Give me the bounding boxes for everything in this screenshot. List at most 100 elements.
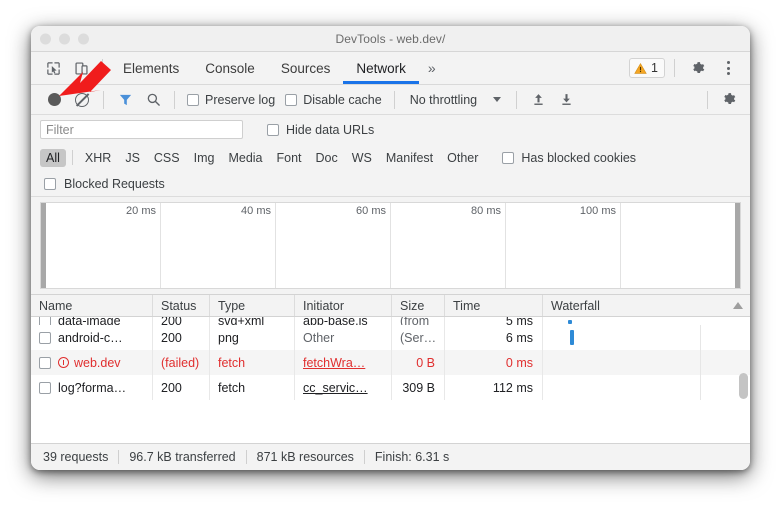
row-checkbox[interactable] (39, 382, 51, 394)
clear-button[interactable] (68, 87, 96, 113)
type-filter-all[interactable]: All (40, 149, 66, 167)
waterfall-bar (568, 320, 572, 324)
filter-toggle-button[interactable] (111, 87, 139, 113)
cell-initiator[interactable]: fetchWra… (295, 350, 392, 375)
toolbar-divider (102, 59, 103, 77)
inspect-element-icon[interactable] (39, 55, 67, 81)
cell-time: 5 ms (445, 317, 543, 325)
tab-strip-right-actions: 1 (629, 55, 744, 81)
type-filter-ws[interactable]: WS (346, 149, 378, 167)
row-checkbox[interactable] (39, 317, 51, 325)
column-header-type[interactable]: Type (210, 295, 295, 316)
row-checkbox[interactable] (39, 332, 51, 344)
cell-waterfall (543, 325, 750, 350)
download-arrow-icon (559, 92, 574, 107)
right-actions-divider (674, 59, 675, 77)
throttling-dropdown[interactable]: No throttling (402, 93, 509, 107)
minimize-button[interactable] (59, 33, 70, 44)
waterfall-gridline (700, 375, 701, 400)
type-filter-media[interactable]: Media (222, 149, 268, 167)
network-toolbar: Preserve log Disable cache No throttling (31, 85, 750, 115)
network-settings-gear-icon[interactable] (715, 87, 743, 113)
column-header-time[interactable]: Time (445, 295, 543, 316)
close-button[interactable] (40, 33, 51, 44)
transferred-size: 96.7 kB transferred (119, 450, 245, 464)
hide-data-urls-checkbox[interactable]: Hide data URLs (267, 123, 374, 137)
overview-tick-cell: 60 ms (276, 203, 391, 288)
tab-console[interactable]: Console (192, 52, 268, 84)
type-filter-font[interactable]: Font (271, 149, 308, 167)
search-icon (146, 92, 161, 107)
tab-network-label: Network (356, 61, 406, 76)
table-header-row: Name Status Type Initiator Size Time Wat… (31, 294, 750, 317)
record-button[interactable] (40, 87, 68, 113)
panel-tabs: Elements Console Sources Network » (110, 52, 445, 84)
table-row[interactable]: android-c… 200 png Other (Ser… 6 ms (31, 325, 750, 350)
cell-initiator[interactable]: cc_servic… (295, 375, 392, 400)
cell-time: 6 ms (445, 325, 543, 350)
type-filter-xhr[interactable]: XHR (79, 149, 117, 167)
hide-data-urls-box (267, 124, 279, 136)
column-header-name[interactable]: Name (31, 295, 153, 316)
tab-sources[interactable]: Sources (268, 52, 344, 84)
waterfall-gridline (700, 350, 701, 375)
cell-size: (from (392, 317, 445, 325)
record-dot-icon (48, 93, 61, 106)
tab-network[interactable]: Network (343, 52, 419, 84)
gear-icon[interactable] (684, 55, 712, 81)
filter-input[interactable] (40, 120, 243, 139)
column-header-waterfall[interactable]: Waterfall (543, 295, 750, 316)
overview-tick-cell: 100 ms (506, 203, 621, 288)
cell-name: android-c… (31, 325, 153, 350)
table-row[interactable]: data-image 200 svg+xml app-base.js (from… (31, 317, 750, 325)
warning-badge[interactable]: 1 (629, 58, 665, 78)
cell-size: 309 B (392, 375, 445, 400)
column-header-size[interactable]: Size (392, 295, 445, 316)
maximize-button[interactable] (78, 33, 89, 44)
device-toolbar-icon[interactable] (67, 55, 95, 81)
disable-cache-checkbox[interactable]: Disable cache (280, 93, 387, 107)
type-filter-manifest[interactable]: Manifest (380, 149, 439, 167)
type-filter-css[interactable]: CSS (148, 149, 186, 167)
cell-type: svg+xml (210, 317, 295, 325)
table-row[interactable]: log?forma… 200 fetch cc_servic… 309 B 11… (31, 375, 750, 400)
cell-time: 112 ms (445, 375, 543, 400)
net-divider-3 (394, 91, 395, 109)
overview-panel[interactable]: 20 ms 40 ms 60 ms 80 ms 100 ms (40, 202, 741, 289)
funnel-icon (118, 92, 133, 107)
row-checkbox[interactable] (39, 357, 51, 369)
cell-size: (Ser… (392, 325, 445, 350)
type-filter-js[interactable]: JS (119, 149, 146, 167)
import-har-button[interactable] (524, 87, 552, 113)
type-filter-doc[interactable]: Doc (310, 149, 344, 167)
column-header-initiator[interactable]: Initiator (295, 295, 392, 316)
overflow-menu-icon[interactable] (714, 55, 742, 81)
more-tabs-icon[interactable]: » (419, 60, 445, 76)
cell-initiator[interactable]: app-base.js (295, 317, 392, 325)
clear-icon (75, 93, 89, 107)
has-blocked-cookies-box (502, 152, 514, 164)
tab-elements[interactable]: Elements (110, 52, 192, 84)
vertical-dots (727, 61, 730, 75)
initiator-link: app-base.js (303, 317, 368, 325)
table-row[interactable]: web.dev (failed) fetch fetchWra… 0 B 0 m… (31, 350, 750, 375)
blocked-requests-checkbox[interactable]: Blocked Requests (44, 177, 165, 191)
vertical-scrollbar-thumb[interactable] (739, 373, 748, 399)
search-button[interactable] (139, 87, 167, 113)
cell-status: 200 (153, 375, 210, 400)
upload-arrow-icon (531, 92, 546, 107)
traffic-light-group (40, 33, 89, 44)
export-har-button[interactable] (552, 87, 580, 113)
has-blocked-cookies-checkbox[interactable]: Has blocked cookies (502, 151, 636, 165)
screenshot-root: DevTools - web.dev/ Elements (0, 0, 781, 506)
type-filter-img[interactable]: Img (188, 149, 221, 167)
resource-type-filters: All XHR JS CSS Img Media Font Doc WS Man… (31, 144, 750, 171)
cell-waterfall (543, 350, 750, 375)
type-filter-other[interactable]: Other (441, 149, 484, 167)
overview-right-handle[interactable] (735, 203, 740, 288)
column-header-waterfall-label: Waterfall (551, 299, 600, 313)
preserve-log-checkbox[interactable]: Preserve log (182, 93, 280, 107)
column-header-status[interactable]: Status (153, 295, 210, 316)
error-icon (58, 357, 69, 368)
net-divider-5 (707, 91, 708, 109)
